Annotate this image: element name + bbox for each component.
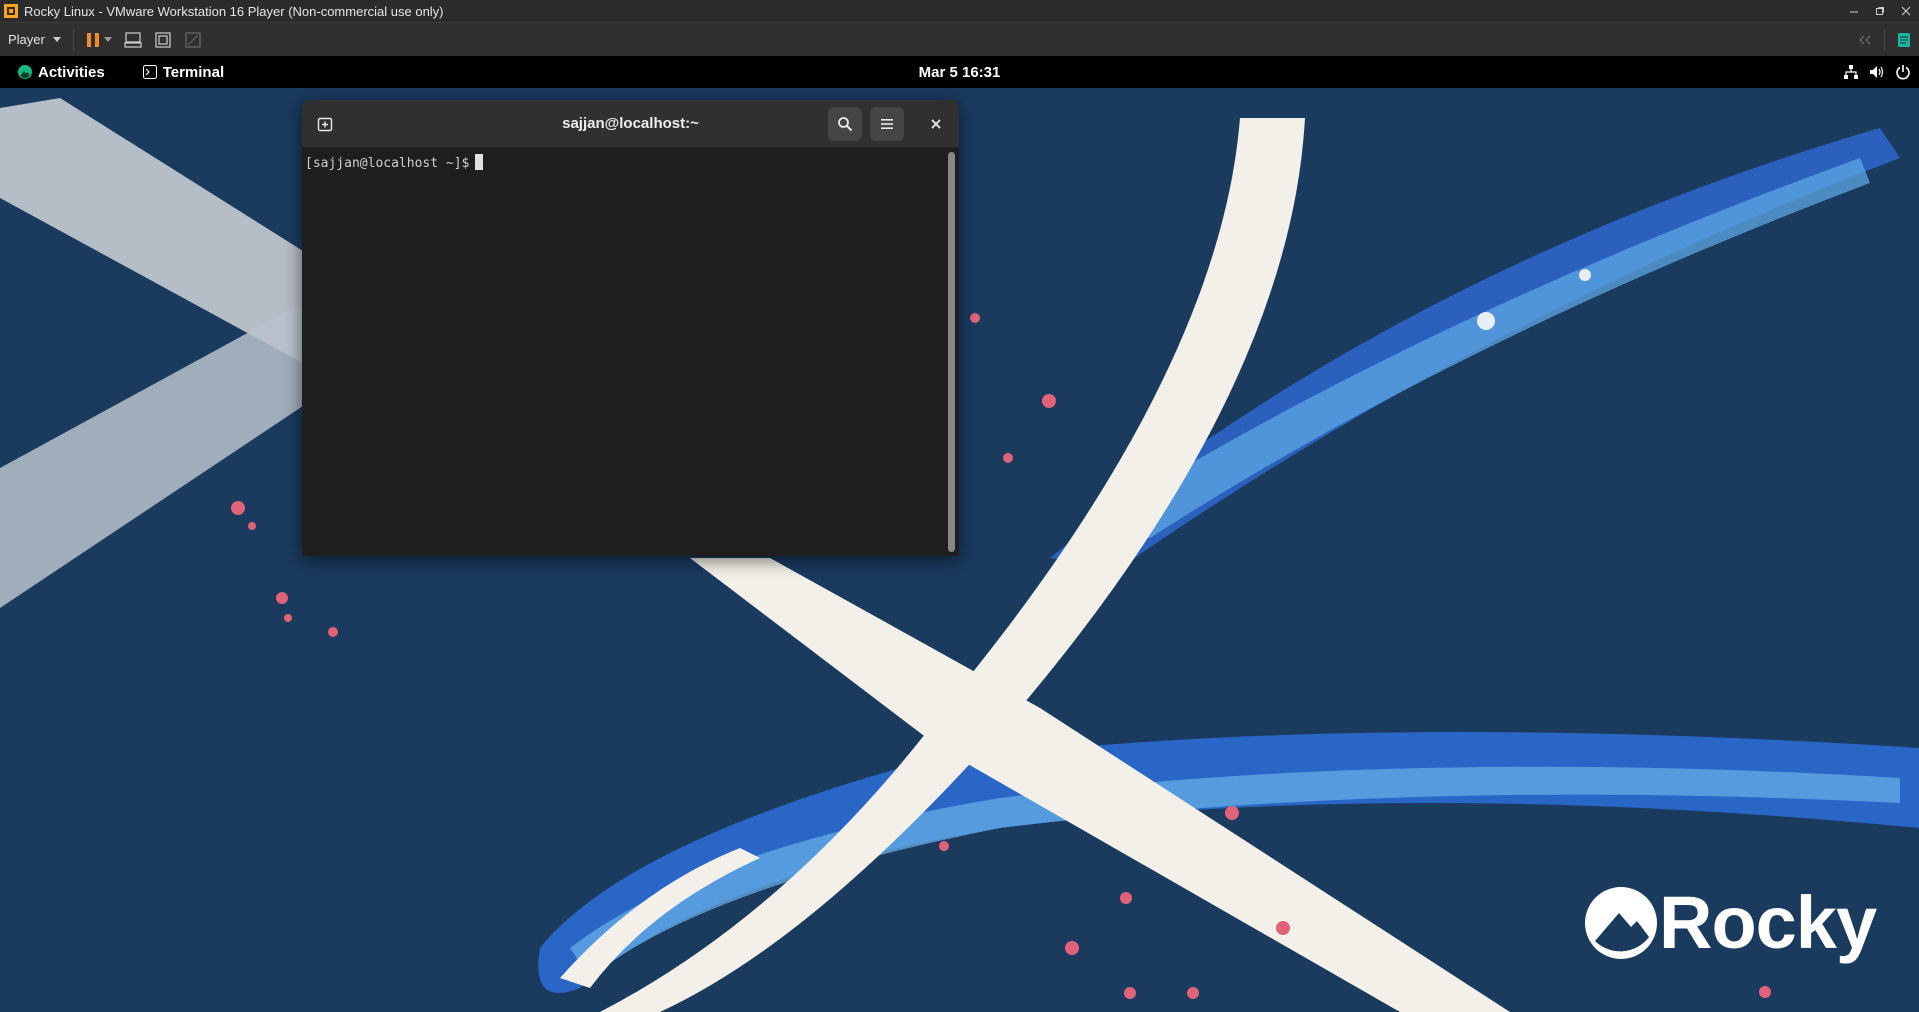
- player-menu[interactable]: Player: [0, 23, 69, 56]
- gnome-top-bar: Activities Terminal Mar 5 16:31: [0, 56, 1919, 88]
- player-menu-label: Player: [8, 32, 45, 47]
- scrollbar-thumb[interactable]: [948, 152, 955, 552]
- clock: Mar 5 16:31: [0, 64, 1919, 81]
- vmware-toolbar: Player: [0, 22, 1919, 56]
- close-icon: [1901, 6, 1911, 16]
- desktop-wallpaper: [0, 88, 1919, 1012]
- volume-icon: [1870, 66, 1884, 78]
- app-menu-terminal[interactable]: Terminal: [131, 56, 236, 88]
- pause-icon: [86, 32, 99, 47]
- ctrl-alt-del-icon: [124, 31, 142, 48]
- hamburger-menu-button[interactable]: [870, 107, 904, 141]
- terminal-app-icon: [142, 65, 157, 79]
- collapse-toolbar-button[interactable]: [1850, 27, 1880, 53]
- unity-button[interactable]: [178, 27, 208, 53]
- close-window-button[interactable]: [1893, 0, 1919, 22]
- hamburger-menu-icon: [881, 119, 893, 129]
- text-cursor: [475, 154, 484, 170]
- terminal-window[interactable]: sajjan@localhost:~ [sajjan@localhost ~]$: [302, 100, 959, 556]
- terminal-scrollbar[interactable]: [948, 152, 955, 552]
- terminal-output[interactable]: [sajjan@localhost ~]$: [302, 148, 959, 556]
- chevron-down-icon: [52, 37, 61, 42]
- send-ctrl-alt-del-button[interactable]: [118, 27, 148, 53]
- toolbar-divider-right: [1884, 28, 1885, 51]
- vmware-app-icon: [4, 4, 18, 18]
- minimize-button[interactable]: [1841, 0, 1867, 22]
- activities-button[interactable]: Activities: [0, 56, 115, 88]
- window-title: Rocky Linux - VMware Workstation 16 Play…: [24, 3, 444, 19]
- system-tray[interactable]: [1843, 56, 1911, 88]
- search-icon: [838, 117, 853, 132]
- search-button[interactable]: [828, 107, 862, 141]
- rocky-logo: Rocky: [1585, 880, 1877, 965]
- minimize-icon: [1850, 11, 1858, 13]
- unity-icon: [185, 31, 201, 48]
- new-tab-button[interactable]: [308, 107, 342, 141]
- fullscreen-icon: [155, 31, 171, 48]
- app-menu-label: Terminal: [162, 63, 225, 81]
- shell-prompt: [sajjan@localhost ~]$: [305, 156, 470, 171]
- restore-icon: [1876, 7, 1884, 15]
- notepad-icon: [1898, 32, 1910, 47]
- network-wired-icon: [1844, 65, 1858, 79]
- new-tab-icon: [317, 117, 333, 132]
- notes-button[interactable]: [1889, 27, 1919, 53]
- activities-label: Activities: [38, 63, 105, 81]
- power-icon: [1896, 65, 1910, 80]
- fullscreen-button[interactable]: [148, 27, 178, 53]
- terminal-header-bar[interactable]: sajjan@localhost:~: [302, 100, 959, 148]
- restore-button[interactable]: [1867, 0, 1893, 22]
- pause-options-chevron-icon[interactable]: [103, 37, 112, 42]
- toolbar-divider: [72, 28, 74, 51]
- clock-button[interactable]: Mar 5 16:31: [919, 64, 1001, 81]
- vmware-title-bar: Rocky Linux - VMware Workstation 16 Play…: [0, 0, 1919, 22]
- wallpaper-artwork: [0, 98, 1919, 1012]
- rocky-activities-icon: [18, 65, 32, 79]
- guest-screen: Activities Terminal Mar 5 16:31 Rocky sa…: [0, 56, 1919, 1012]
- close-icon: [931, 119, 941, 129]
- rocky-logo-icon: [1585, 886, 1657, 959]
- close-terminal-button[interactable]: [919, 107, 953, 141]
- double-chevron-left-icon: [1859, 35, 1871, 44]
- rocky-wordmark: Rocky: [1659, 881, 1877, 964]
